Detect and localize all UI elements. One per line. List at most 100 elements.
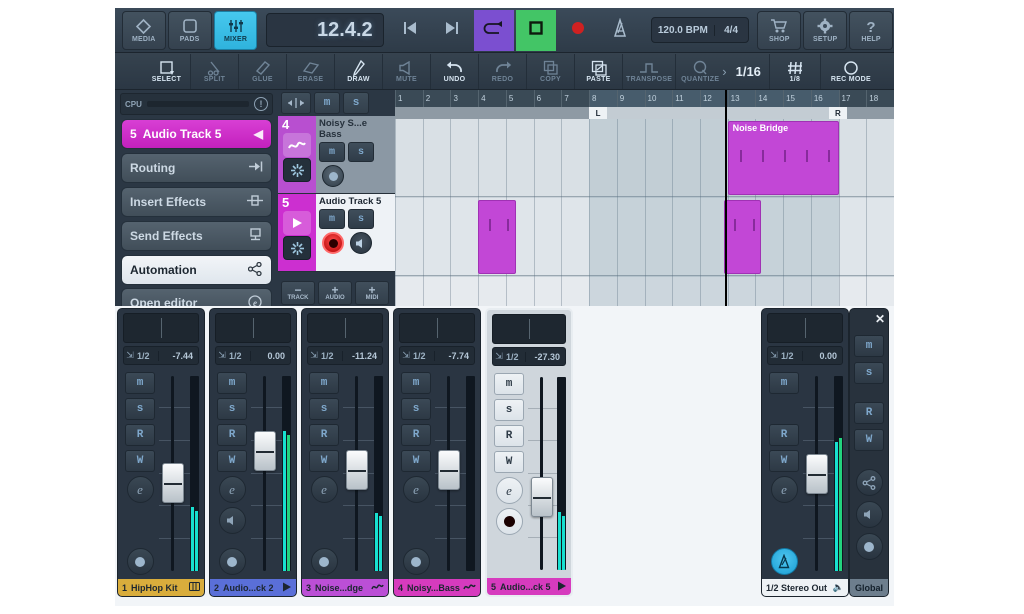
global-write-button[interactable]: W [854,429,884,451]
snap-icon[interactable] [281,92,311,114]
mixer-button[interactable]: MIXER [213,10,258,50]
close-icon[interactable]: ✕ [875,312,885,326]
channel-edit-button[interactable]: e [402,476,430,503]
inspector-track-header[interactable]: 5 Audio Track 5 ◀ [121,119,272,149]
speaker-icon[interactable] [855,501,883,528]
grid-button[interactable]: 1/8 [768,53,821,89]
redo-button[interactable]: REDO [479,53,527,89]
audio-clip[interactable] [478,200,516,274]
global-read-button[interactable]: R [854,402,884,424]
channel-edit-button[interactable]: e [495,477,523,504]
copy-button[interactable]: COPY [527,53,575,89]
channel-output-row[interactable]: ⇲ 1/2 -7.74 [399,346,475,365]
tool-select[interactable]: SELECT [143,53,191,89]
ruler-bar-number[interactable]: 6 [533,90,562,107]
channel-name-bar[interactable]: 1 HipHop Kit [118,579,204,596]
channel-solo-button[interactable]: s [217,398,247,420]
master-read-button[interactable]: R [769,424,799,446]
inspector-row-automation[interactable]: Automation [121,255,272,285]
playhead[interactable] [724,90,727,119]
master-write-button[interactable]: W [769,450,799,472]
ruler-bar-number[interactable]: 5 [505,90,534,107]
quantize-value[interactable]: 1/16 [728,64,769,79]
ruler-bar-number[interactable]: 1 [395,90,423,107]
left-locator[interactable]: L [589,107,608,119]
channel-name-bar[interactable]: 3 Noise...dge [302,579,388,596]
channel-read-button[interactable]: R [217,424,247,446]
media-button[interactable]: MEDIA [121,10,166,50]
track-record-arm-button[interactable] [322,232,344,254]
shop-button[interactable]: SHOP [757,10,802,50]
global-mute-button[interactable]: m [314,92,340,114]
channel-gain-value[interactable]: -7.74 [434,350,474,361]
channel-gain-value[interactable]: -11.24 [342,350,382,361]
channel-fader-area[interactable] [249,370,291,575]
rec-mode-button[interactable]: REC MODE [821,54,881,89]
channel-write-button[interactable]: W [401,450,431,472]
track-color-strip[interactable]: 4 [278,116,316,193]
speaker-icon[interactable]: 🔈 [833,582,844,593]
channel-name-bar[interactable]: 2 Audio...ck 2 [210,579,296,596]
channel-edit-button[interactable]: e [218,476,246,503]
channel-gain-value[interactable]: -7.44 [158,350,198,361]
track-color-strip[interactable]: 5 [278,194,316,271]
tool-glue[interactable]: GLUE [239,53,287,89]
wave-icon[interactable] [283,133,311,157]
help-button[interactable]: ? HELP [849,10,893,50]
playhead[interactable] [724,119,727,306]
master-pan-slider[interactable] [767,313,843,343]
master-gain-value[interactable]: 0.00 [802,350,842,361]
channel-mute-button[interactable]: m [217,372,247,394]
channel-write-button[interactable]: W [217,450,247,472]
master-fader[interactable] [806,454,828,495]
paste-button[interactable]: PASTE [575,53,623,89]
channel-write-button[interactable]: W [494,451,524,473]
time-display[interactable]: 12.4.2 [266,13,384,47]
channel-strip[interactable]: ⇲ 1/2 -7.74 m s R W e 4 Noisy...Bass [393,308,481,597]
forward-button[interactable] [432,10,472,51]
track-monitor-button[interactable] [350,232,372,254]
remove-track-button[interactable]: − TRACK [281,281,315,305]
channel-edit-button[interactable]: e [310,476,338,503]
channel-strip[interactable]: ⇲ 1/2 -11.24 m s R W e 3 Noise...dge [301,308,389,597]
channel-read-button[interactable]: R [125,424,155,446]
global-solo-button[interactable]: s [854,362,884,384]
channel-output-row[interactable]: ⇲ 1/2 -7.44 [123,346,199,365]
channel-solo-button[interactable]: s [494,399,524,421]
channel-mute-button[interactable]: m [309,372,339,394]
channel-fader[interactable] [531,477,553,518]
track-solo-button[interactable]: s [348,142,374,162]
tempo-box[interactable]: 120.0 BPM 4/4 [651,17,749,43]
channel-fader[interactable] [162,462,184,503]
track-mute-button[interactable]: m [319,142,345,162]
right-locator[interactable]: R [828,107,847,119]
tool-erase[interactable]: ERASE [287,53,335,89]
warning-icon[interactable]: ! [254,97,268,111]
inspector-row-insert-effects[interactable]: Insert Effects [121,187,272,217]
channel-mute-button[interactable]: m [125,372,155,394]
play-icon[interactable] [283,211,311,235]
channel-fader[interactable] [438,449,460,490]
channel-pan-slider[interactable] [215,313,291,343]
ruler-bar-number[interactable]: 13 [727,90,756,107]
channel-level-knob[interactable] [402,548,430,575]
ruler-bar-number[interactable]: 4 [478,90,506,107]
master-channel-strip[interactable]: ⇲ 1/2 0.00 m R W e 1/2 Stereo Out 🔈 [761,308,849,597]
metronome-button[interactable] [600,10,640,51]
channel-level-knob[interactable] [126,548,154,575]
channel-fader-area[interactable] [341,370,383,575]
global-solo-button[interactable]: s [343,92,369,114]
add-audio-track-button[interactable]: + AUDIO [318,281,352,305]
add-midi-track-button[interactable]: + MIDI [355,281,389,305]
channel-pan-slider[interactable] [123,313,199,343]
master-fader-area[interactable] [801,370,843,575]
transpose-button[interactable]: TRANSPOSE [623,53,677,89]
track-volume-knob[interactable] [322,165,344,187]
audio-clip[interactable]: Noise Bridge [727,121,839,195]
track-row[interactable]: 4 Noisy S...e Bass m s [278,116,395,194]
channel-name-bar[interactable]: 5 Audio...ck 5 [487,578,571,595]
chevron-left-icon[interactable]: ◀ [247,127,263,141]
channel-strip[interactable]: ⇲ 1/2 -7.44 m s R W e 1 HipHop Kit [117,308,205,597]
ruler-bar-number[interactable]: 9 [616,90,645,107]
master-mute-button[interactable]: m [769,372,799,394]
